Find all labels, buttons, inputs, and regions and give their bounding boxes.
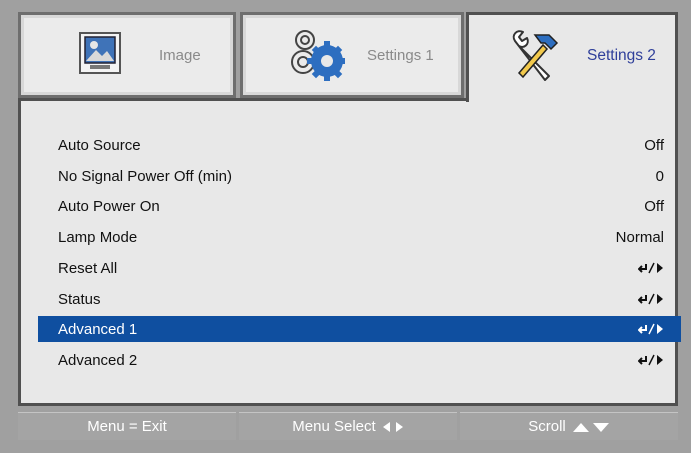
menu-item-value: Normal bbox=[615, 228, 664, 246]
enter-arrow-icon bbox=[638, 261, 664, 275]
menu-item-auto-source[interactable]: Auto Source Off bbox=[38, 132, 681, 158]
menu-item-label: Auto Source bbox=[58, 136, 141, 154]
tools-icon bbox=[505, 27, 565, 92]
tab-settings-2[interactable]: Settings 2 bbox=[466, 12, 678, 102]
menu-item-advanced-2[interactable]: Advanced 2 bbox=[38, 347, 681, 373]
tab-settings-2-label: Settings 2 bbox=[587, 47, 656, 64]
menu-select-label: Menu Select bbox=[292, 418, 376, 435]
menu-item-label: Lamp Mode bbox=[58, 228, 138, 246]
enter-arrow-icon bbox=[638, 292, 664, 306]
image-icon bbox=[78, 31, 122, 80]
up-down-arrows-icon bbox=[572, 421, 610, 433]
gears-icon bbox=[285, 25, 347, 92]
menu-item-value: Off bbox=[644, 136, 664, 154]
menu-item-no-signal-power-off[interactable]: No Signal Power Off (min) 0 bbox=[38, 163, 681, 189]
menu-item-label: Auto Power On bbox=[58, 197, 160, 215]
tab-image[interactable]: Image bbox=[18, 12, 236, 98]
menu-item-label: Advanced 2 bbox=[58, 351, 138, 369]
menu-select-hint: Menu Select bbox=[239, 412, 457, 440]
tab-settings-1-label: Settings 1 bbox=[367, 47, 434, 64]
menu-item-value: 0 bbox=[655, 167, 664, 185]
tab-image-label: Image bbox=[159, 47, 201, 64]
scroll-label: Scroll bbox=[528, 418, 566, 435]
menu-item-auto-power-on[interactable]: Auto Power On Off bbox=[38, 193, 681, 219]
settings-panel: Auto Source Off No Signal Power Off (min… bbox=[18, 98, 681, 406]
menu-item-status[interactable]: Status bbox=[38, 286, 681, 312]
menu-item-label: Status bbox=[58, 290, 101, 308]
menu-item-advanced-1[interactable]: Advanced 1 bbox=[38, 316, 681, 342]
menu-item-lamp-mode[interactable]: Lamp Mode Normal bbox=[38, 224, 681, 250]
menu-exit-hint: Menu = Exit bbox=[18, 412, 236, 440]
tab-settings-1[interactable]: Settings 1 bbox=[240, 12, 464, 98]
menu-exit-label: Menu = Exit bbox=[87, 418, 167, 435]
enter-arrow-icon bbox=[638, 322, 664, 336]
menu-item-label: Advanced 1 bbox=[58, 320, 138, 338]
menu-item-label: No Signal Power Off (min) bbox=[58, 167, 232, 185]
enter-arrow-icon bbox=[638, 353, 664, 367]
osd-menu-frame: Image Settings 1 Settings 2 Auto Source … bbox=[0, 0, 691, 453]
left-right-arrows-icon bbox=[382, 421, 404, 433]
menu-item-label: Reset All bbox=[58, 259, 118, 277]
footer-bar: Menu = Exit Menu Select Scroll bbox=[18, 412, 678, 440]
menu-item-value: Off bbox=[644, 197, 664, 215]
menu-item-reset-all[interactable]: Reset All bbox=[38, 255, 681, 281]
scroll-hint: Scroll bbox=[460, 412, 678, 440]
